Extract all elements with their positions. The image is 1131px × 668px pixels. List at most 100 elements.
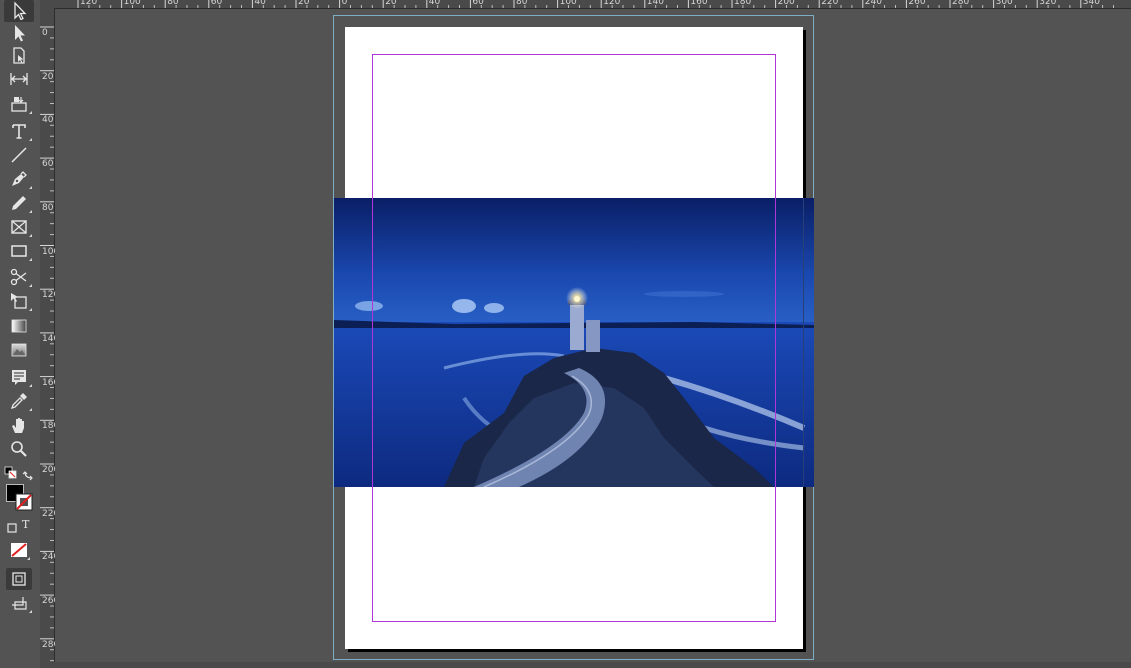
- content-collector-tool-icon: [11, 97, 27, 112]
- ruler-label: 320: [1039, 0, 1057, 7]
- pen-tool-icon: [12, 171, 27, 186]
- scissors-tool[interactable]: [4, 266, 34, 288]
- ruler-label: 160: [690, 0, 708, 7]
- ruler-label: 80: [167, 0, 179, 7]
- tool-flyout-indicator: [29, 258, 32, 261]
- line-tool-icon: [11, 147, 27, 163]
- stroke-none-icon: [15, 493, 33, 511]
- note-tool-icon: [12, 370, 26, 385]
- hand-tool-icon: [12, 418, 24, 433]
- hand-tool[interactable]: [4, 414, 34, 436]
- tool-flyout-indicator: [29, 308, 32, 311]
- page-tool[interactable]: [4, 45, 34, 67]
- swap-fill-stroke-button[interactable]: [22, 466, 36, 481]
- zoom-tool[interactable]: [4, 438, 34, 460]
- tools-panel: T: [0, 0, 41, 668]
- screen-mode-icon: [12, 572, 26, 586]
- tool-flyout-indicator: [29, 408, 32, 411]
- page-tool-icon: [13, 47, 25, 64]
- tool-flyout-indicator: [29, 210, 32, 213]
- tool-flyout-indicator: [29, 138, 32, 141]
- ruler-label: 180: [42, 421, 60, 432]
- status-bar: [40, 662, 1131, 668]
- apply-none-button[interactable]: [6, 539, 32, 561]
- ruler-label: 280: [42, 639, 60, 650]
- gradient-feather-tool[interactable]: [4, 339, 34, 361]
- rectangle-tool[interactable]: [4, 240, 34, 262]
- ruler-label: 40: [42, 115, 54, 126]
- ruler-label: 200: [42, 465, 60, 475]
- tool-flyout-indicator: [29, 186, 32, 189]
- free-transform-tool[interactable]: [4, 290, 34, 312]
- pencil-tool-icon: [12, 196, 26, 210]
- ruler-label: 220: [821, 0, 839, 7]
- ruler-label: 100: [559, 0, 577, 7]
- tool-flyout-indicator: [29, 384, 32, 387]
- scissors-tool-icon: [10, 268, 27, 286]
- gap-tool-icon: [10, 73, 28, 85]
- screen-mode-button[interactable]: [6, 568, 32, 590]
- tool-flyout-indicator: [29, 111, 32, 114]
- zoom-tool-icon: [11, 441, 27, 457]
- gradient-swatch-tool-icon: [11, 319, 27, 333]
- pencil-tool[interactable]: [4, 192, 34, 214]
- apply-none-icon: [11, 543, 27, 557]
- ruler-label: 40: [428, 0, 441, 7]
- direct-selection-tool[interactable]: [4, 22, 34, 44]
- container-icon: [7, 523, 17, 533]
- ruler-label: 60: [210, 0, 223, 7]
- eyedropper-tool[interactable]: [4, 390, 34, 412]
- ruler-label: 160: [42, 377, 60, 388]
- ruler-label: 140: [42, 333, 60, 344]
- ruler-label: 120: [603, 0, 621, 7]
- swap-arrow-icon: [22, 471, 33, 481]
- formatting-affects-container-button[interactable]: [6, 519, 18, 533]
- stroke-swatch[interactable]: [15, 493, 33, 511]
- eyedropper-tool-icon: [10, 393, 27, 410]
- ruler-label: 80: [42, 202, 54, 213]
- ruler-label: 220: [42, 508, 60, 519]
- ruler-label: 100: [123, 0, 141, 7]
- ruler-label: 140: [646, 0, 664, 7]
- rectangle-tool-icon: [11, 245, 27, 257]
- formatting-affects-text-button[interactable]: T: [22, 518, 34, 532]
- ruler-label: 260: [42, 596, 60, 607]
- ruler-label: 80: [516, 0, 528, 7]
- horizontal-ruler[interactable]: 120 100 80 60 40 20 0 20 40 60 80 100 120 140 160 180 20…: [40, 0, 1131, 9]
- free-transform-tool-icon: [11, 293, 27, 309]
- selection-tool-icon: [14, 1, 27, 21]
- type-tool[interactable]: [4, 120, 34, 142]
- tool-flyout-indicator: [29, 284, 32, 287]
- ruler-label: 20: [385, 0, 397, 7]
- ruler-label: 120: [80, 0, 98, 7]
- gap-tool[interactable]: [4, 68, 34, 90]
- selection-tool[interactable]: [4, 0, 34, 22]
- ruler-label: 120: [42, 290, 60, 301]
- page-edge-over-image: [803, 198, 804, 487]
- ruler-label: 40: [254, 0, 266, 7]
- ruler-label: 240: [42, 552, 60, 563]
- gradient-swatch-tool[interactable]: [4, 315, 34, 337]
- line-tool[interactable]: [4, 144, 34, 166]
- tool-flyout-indicator: [27, 557, 30, 560]
- default-fill-stroke-button[interactable]: [4, 465, 18, 479]
- tool-flyout-indicator: [29, 234, 32, 237]
- ruler-label: 300: [995, 0, 1013, 7]
- content-collector-tool[interactable]: [4, 93, 34, 115]
- gpu-preview-button[interactable]: [4, 592, 34, 614]
- rectangle-frame-tool[interactable]: [4, 216, 34, 238]
- vertical-ruler[interactable]: 0 20 40 60 80 100 120 140 160 180 200 220 240 260 280: [40, 8, 60, 668]
- ruler-label: 200: [777, 0, 795, 7]
- ruler-label: 240: [864, 0, 882, 7]
- ruler-label: 0: [42, 28, 48, 38]
- type-tool-icon: [12, 124, 26, 139]
- margin-guide: [372, 54, 776, 622]
- pen-tool[interactable]: [4, 168, 34, 190]
- rectangle-frame-tool-icon: [11, 220, 27, 234]
- ruler-label: 60: [42, 159, 54, 170]
- ruler-label: 60: [472, 0, 484, 7]
- note-tool[interactable]: [4, 366, 34, 388]
- tool-flyout-indicator: [29, 610, 32, 613]
- ruler-label: 340: [1082, 0, 1100, 7]
- ruler-label: 0: [341, 0, 348, 7]
